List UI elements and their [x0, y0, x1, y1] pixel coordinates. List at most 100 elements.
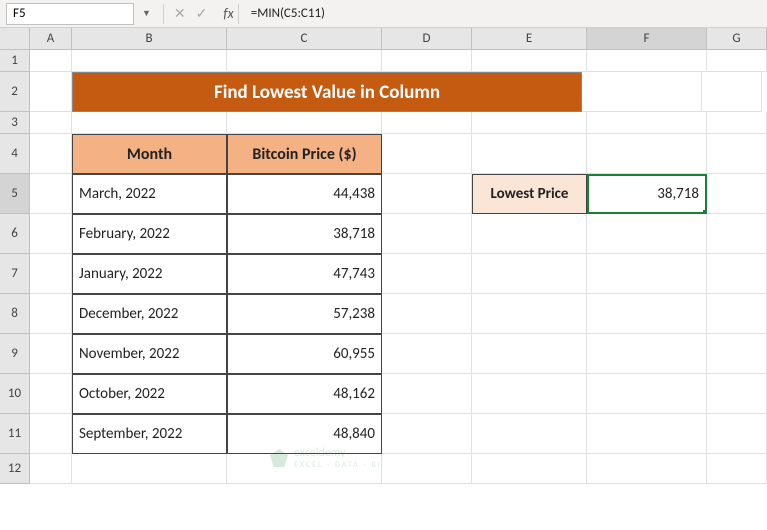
cell[interactable] — [382, 334, 472, 374]
row-header-2[interactable]: 2 — [0, 72, 30, 112]
cell[interactable] — [382, 174, 472, 214]
cell[interactable] — [707, 254, 767, 294]
row-header-1[interactable]: 1 — [0, 50, 30, 72]
cell[interactable] — [587, 454, 707, 484]
row-header-9[interactable]: 9 — [0, 334, 30, 374]
col-header-C[interactable]: C — [227, 28, 382, 50]
cell[interactable] — [587, 414, 707, 454]
cell[interactable] — [707, 454, 767, 484]
cell[interactable] — [587, 214, 707, 254]
row-header-5[interactable]: 5 — [0, 174, 30, 214]
cell[interactable] — [30, 112, 72, 134]
cell-price[interactable]: 60,955 — [227, 334, 382, 374]
cell-month[interactable]: October, 2022 — [72, 374, 227, 414]
cell[interactable] — [72, 50, 227, 72]
cell[interactable] — [472, 254, 587, 294]
header-price[interactable]: Bitcoin Price ($) — [227, 134, 382, 174]
cell[interactable] — [702, 72, 762, 112]
cell[interactable] — [30, 334, 72, 374]
cell[interactable] — [587, 374, 707, 414]
cell-price[interactable]: 47,743 — [227, 254, 382, 294]
title-cell[interactable]: Find Lowest Value in Column — [72, 72, 582, 112]
cell[interactable] — [30, 174, 72, 214]
cell[interactable] — [472, 454, 587, 484]
lowest-price-label[interactable]: Lowest Price — [472, 174, 587, 214]
cell[interactable] — [382, 50, 472, 72]
enter-icon[interactable]: ✓ — [196, 5, 208, 22]
row-header-7[interactable]: 7 — [0, 254, 30, 294]
cell-month[interactable]: January, 2022 — [72, 254, 227, 294]
col-header-E[interactable]: E — [472, 28, 587, 50]
fx-icon[interactable]: fx — [223, 5, 233, 22]
cell[interactable] — [707, 334, 767, 374]
cell[interactable] — [30, 254, 72, 294]
cell[interactable] — [72, 112, 227, 134]
cell[interactable] — [707, 174, 767, 214]
cell[interactable] — [382, 454, 472, 484]
cell-price[interactable]: 38,718 — [227, 214, 382, 254]
cell[interactable] — [707, 112, 767, 134]
cell[interactable] — [587, 294, 707, 334]
cell-month[interactable]: November, 2022 — [72, 334, 227, 374]
cell[interactable] — [30, 214, 72, 254]
fill-handle[interactable] — [702, 209, 707, 214]
row-header-6[interactable]: 6 — [0, 214, 30, 254]
cell[interactable] — [707, 134, 767, 174]
row-header-11[interactable]: 11 — [0, 414, 30, 454]
col-header-B[interactable]: B — [72, 28, 227, 50]
cell[interactable] — [707, 214, 767, 254]
cell[interactable] — [707, 414, 767, 454]
cell[interactable] — [30, 414, 72, 454]
formula-input[interactable]: =MIN(C5:C11) — [243, 6, 767, 21]
cell[interactable] — [382, 214, 472, 254]
cell[interactable] — [582, 72, 702, 112]
cell[interactable] — [472, 334, 587, 374]
col-header-A[interactable]: A — [30, 28, 72, 50]
col-header-D[interactable]: D — [382, 28, 472, 50]
cell[interactable] — [587, 334, 707, 374]
cell[interactable] — [472, 112, 587, 134]
cell[interactable] — [227, 112, 382, 134]
header-month[interactable]: Month — [72, 134, 227, 174]
cell[interactable] — [382, 112, 472, 134]
cell-month[interactable]: February, 2022 — [72, 214, 227, 254]
cell[interactable] — [472, 50, 587, 72]
cell[interactable] — [707, 294, 767, 334]
name-box[interactable]: F5 — [6, 3, 134, 25]
cell[interactable] — [382, 414, 472, 454]
cell[interactable] — [30, 294, 72, 334]
cell[interactable] — [707, 374, 767, 414]
cell[interactable] — [587, 254, 707, 294]
cell[interactable] — [30, 50, 72, 72]
cell[interactable] — [30, 374, 72, 414]
row-header-10[interactable]: 10 — [0, 374, 30, 414]
cell[interactable] — [227, 50, 382, 72]
select-all-corner[interactable] — [0, 28, 30, 50]
row-header-3[interactable]: 3 — [0, 112, 30, 134]
cell[interactable] — [30, 134, 72, 174]
col-header-F[interactable]: F — [587, 28, 707, 50]
name-box-dropdown-icon[interactable]: ▼ — [142, 8, 151, 19]
cell[interactable] — [472, 374, 587, 414]
cell[interactable] — [472, 214, 587, 254]
cell[interactable] — [587, 50, 707, 72]
row-header-8[interactable]: 8 — [0, 294, 30, 334]
cell[interactable] — [472, 414, 587, 454]
cell[interactable] — [472, 134, 587, 174]
lowest-price-result[interactable]: 38,718 — [587, 174, 707, 214]
cell-month[interactable]: September, 2022 — [72, 414, 227, 454]
cancel-icon[interactable]: ✕ — [174, 5, 186, 22]
cell[interactable] — [72, 454, 227, 484]
cell-price[interactable]: 48,162 — [227, 374, 382, 414]
row-header-12[interactable]: 12 — [0, 454, 30, 484]
cell[interactable] — [707, 50, 767, 72]
cell[interactable] — [382, 374, 472, 414]
row-header-4[interactable]: 4 — [0, 134, 30, 174]
cell-month[interactable]: December, 2022 — [72, 294, 227, 334]
cell[interactable] — [382, 254, 472, 294]
col-header-G[interactable]: G — [707, 28, 767, 50]
cell[interactable] — [30, 454, 72, 484]
cell[interactable] — [587, 112, 707, 134]
cell-price[interactable]: 44,438 — [227, 174, 382, 214]
cell[interactable] — [382, 134, 472, 174]
